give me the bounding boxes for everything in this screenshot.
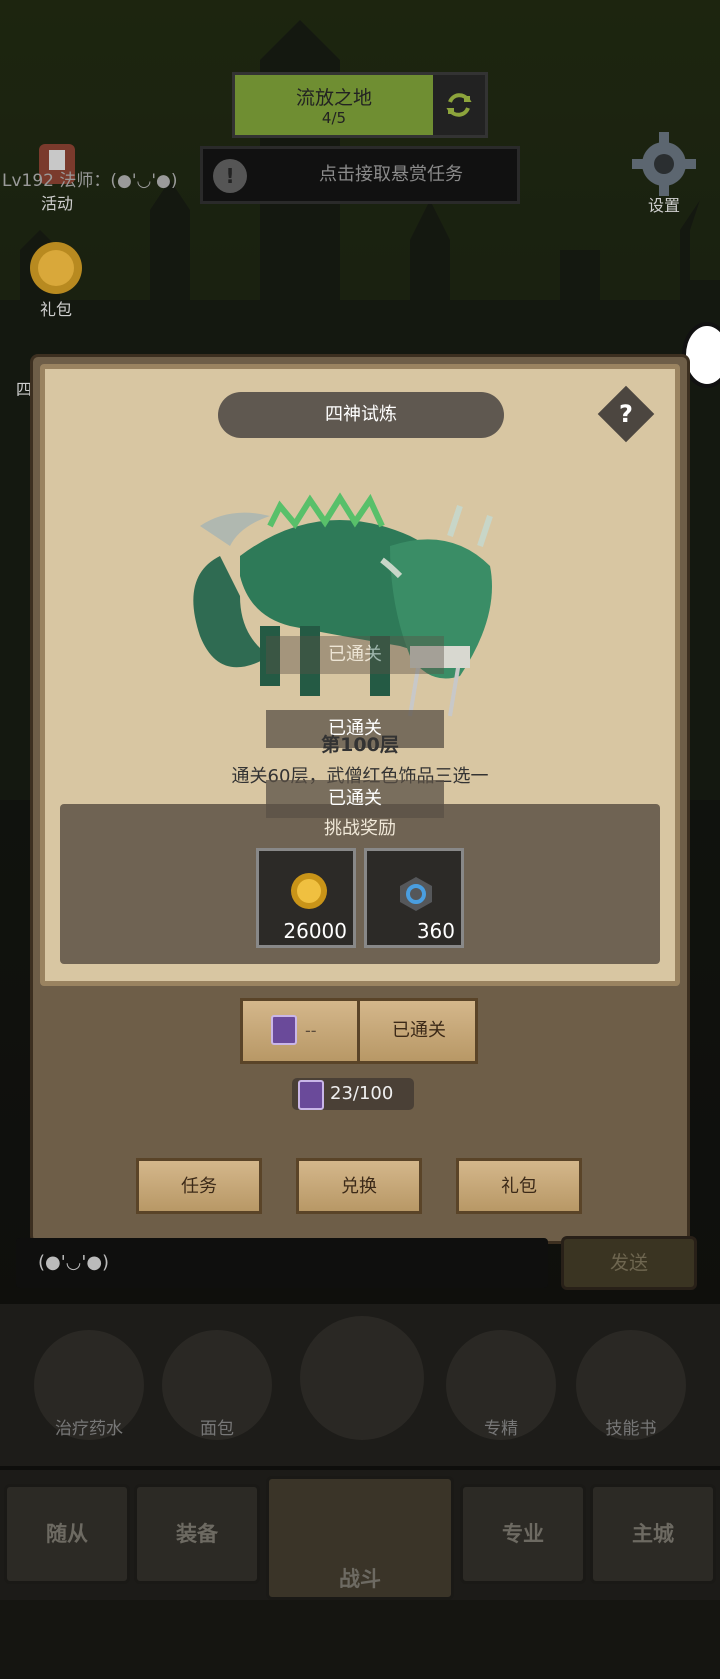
task-button[interactable]: 任务 [136, 1158, 262, 1214]
bread-label: 面包 [200, 1419, 234, 1439]
bounty-task-bar[interactable]: ! 点击接取悬赏任务 [200, 146, 520, 204]
cleared-tag: 已通关 [266, 636, 444, 674]
zone-progress: 4/5 [321, 109, 347, 127]
skill-book-label: 技能书 [605, 1419, 657, 1439]
bounty-text: 点击接取悬赏任务 [319, 164, 463, 185]
exchange-button[interactable]: 兑换 [296, 1158, 422, 1214]
ticket-counter: 23/100 [292, 1078, 414, 1110]
chat-text: (●'◡'●) [38, 1252, 110, 1273]
specialization-label: 专精 [484, 1419, 518, 1439]
exchange-bar[interactable]: -- 已通关 [240, 998, 478, 1064]
treasure-chest-slot[interactable] [300, 1316, 424, 1440]
send-button[interactable]: 发送 [561, 1236, 697, 1290]
ticket-icon [298, 1080, 324, 1110]
cleared-status-button[interactable]: 已通关 [357, 1001, 478, 1061]
reward-count: 360 [416, 919, 455, 943]
zone-name: 流放之地 [295, 87, 372, 109]
nav-profession[interactable]: 专业 [460, 1484, 586, 1584]
zone-banner[interactable]: 流放之地 4/5 [232, 72, 488, 138]
swap-icon [446, 93, 472, 117]
nav-equipment[interactable]: 装备 [134, 1484, 260, 1584]
exchange-cost: -- [243, 1001, 357, 1061]
modal-title: 四神试炼 [218, 392, 504, 438]
coin-gift-icon [30, 242, 82, 294]
reward-count: 26000 [283, 919, 347, 943]
question-icon: ? [619, 400, 633, 428]
swap-zone-button[interactable] [433, 75, 485, 135]
exchange-cost-value: -- [305, 1021, 317, 1040]
gift-button[interactable]: 礼包 [456, 1158, 582, 1214]
settings-button[interactable]: 设置 [618, 128, 710, 216]
nav-main-city[interactable]: 主城 [590, 1484, 716, 1584]
nav-battle[interactable]: 战斗 [266, 1476, 454, 1600]
healing-potion-label: 治疗药水 [55, 1419, 123, 1439]
reward-item[interactable]: 26000 [256, 848, 356, 948]
gear-icon [632, 132, 696, 196]
nav-followers[interactable]: 随从 [4, 1484, 130, 1584]
player-level: Lv192 法师：(●'◡'●) [2, 171, 178, 191]
gold-coin-icon [291, 873, 327, 909]
giftpack-button[interactable]: 礼包 [20, 238, 92, 320]
alert-icon: ! [213, 159, 247, 193]
cleared-tag: 已通关 [266, 780, 444, 818]
azure-dragon-image [193, 492, 493, 717]
reward-panel: 挑战奖励 26000 360 [60, 804, 660, 964]
ticket-icon [271, 1015, 297, 1045]
giftpack-label: 礼包 [39, 300, 72, 319]
reward-item[interactable]: 360 [364, 848, 464, 948]
skill-stone-icon [400, 877, 432, 911]
chat-input[interactable]: (●'◡'●) [16, 1238, 548, 1288]
help-button[interactable]: ? [597, 385, 655, 443]
floor-label: 第100层 [321, 734, 399, 756]
ticket-count: 23/100 [330, 1083, 394, 1104]
